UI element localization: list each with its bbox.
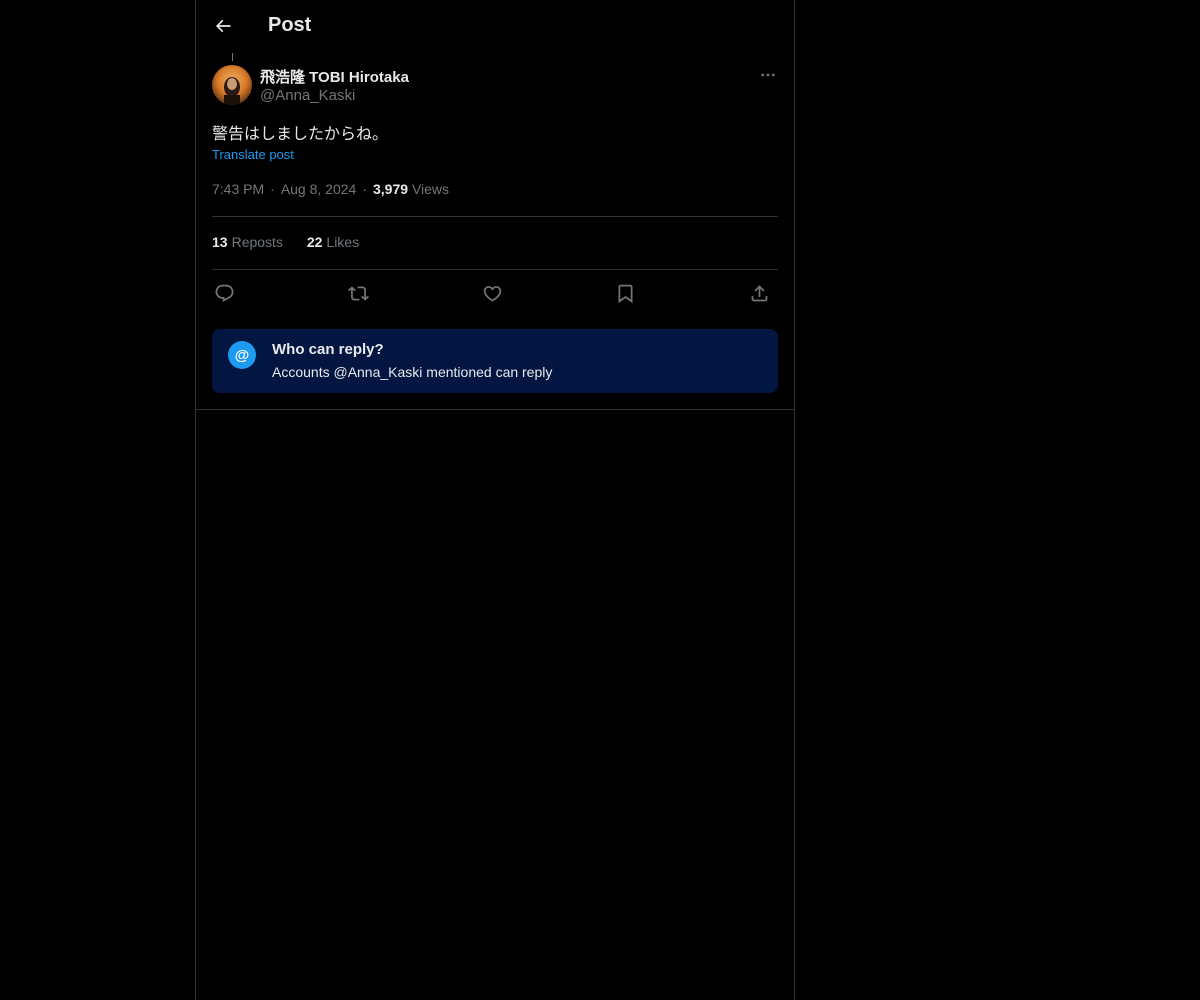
divider (212, 216, 778, 217)
more-horizontal-icon (761, 73, 775, 77)
who-can-reply-description: Accounts @Anna_Kaski mentioned can reply (272, 364, 553, 380)
bookmark-button[interactable] (613, 281, 637, 305)
views-label: Views (411, 181, 450, 197)
share-icon (751, 284, 767, 301)
post-time[interactable]: 7:43 PM (212, 181, 264, 197)
post-date[interactable]: Aug 8, 2024 (281, 181, 357, 197)
divider (212, 269, 778, 270)
likes-label: Likes (326, 234, 360, 250)
thread-connector-line (232, 53, 233, 61)
arrow-left-icon (215, 19, 231, 33)
reply-button[interactable] (212, 281, 236, 305)
more-options-button[interactable] (756, 64, 780, 86)
likes-stat[interactable]: 22 Likes (307, 234, 359, 250)
who-can-reply-card: @ Who can reply? Accounts @Anna_Kaski me… (212, 329, 778, 393)
repost-icon (347, 285, 369, 301)
action-bar (212, 281, 778, 305)
translate-post-link[interactable]: Translate post (212, 147, 294, 162)
author-handle[interactable]: @Anna_Kaski (260, 87, 355, 104)
engagement-stats: 13 Reposts 22 Likes (212, 234, 379, 250)
avatar[interactable] (212, 65, 252, 105)
who-can-reply-title: Who can reply? (272, 341, 384, 358)
post-meta: 7:43 PM · Aug 8, 2024 · 3,979 Views (212, 181, 449, 197)
like-button[interactable] (480, 281, 504, 305)
repost-button[interactable] (346, 281, 370, 305)
post-text: 警告はしましたからね。 (212, 124, 389, 143)
meta-separator: · (270, 181, 275, 197)
share-button[interactable] (747, 281, 771, 305)
author-name[interactable]: 飛浩隆 TOBI Hirotaka (260, 66, 409, 87)
back-button[interactable] (208, 11, 238, 41)
likes-count: 22 (306, 234, 323, 250)
at-mention-icon: @ (228, 341, 256, 369)
post-column: Post 飛浩隆 TOBI Hirotaka @Anna_Kaski 警告はしま… (195, 0, 795, 1000)
reposts-label: Reposts (231, 234, 283, 250)
page-title: Post (268, 14, 312, 36)
reply-icon (215, 284, 233, 302)
reposts-stat[interactable]: 13 Reposts (212, 234, 283, 250)
post-bottom-divider (196, 409, 794, 410)
views-count: 3,979 (373, 181, 409, 197)
bookmark-icon (618, 284, 632, 303)
avatar-image (212, 65, 252, 105)
meta-separator: · (362, 181, 367, 197)
reposts-count: 13 (212, 234, 228, 250)
page-header: Post (196, 0, 794, 53)
heart-icon (483, 285, 501, 302)
